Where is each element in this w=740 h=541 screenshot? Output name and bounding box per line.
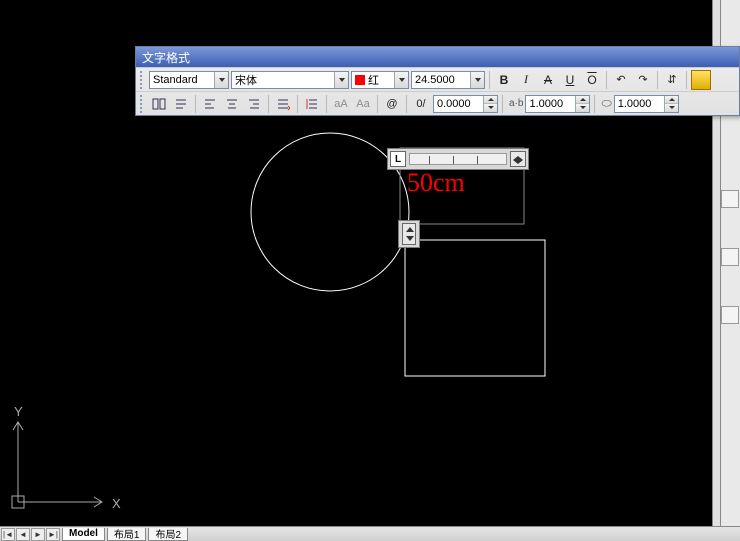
columns-button[interactable] xyxy=(149,94,169,114)
case-button: Aa xyxy=(353,94,373,114)
separator xyxy=(502,95,503,113)
panel-stub[interactable] xyxy=(721,248,739,266)
font-combo[interactable]: 宋体 xyxy=(231,71,349,89)
spinner-buttons[interactable] xyxy=(664,96,678,112)
size-combo[interactable]: 24.5000 xyxy=(411,71,485,89)
grip-icon[interactable] xyxy=(140,71,145,89)
ruler-l-box: L xyxy=(390,151,406,167)
grip-icon[interactable] xyxy=(140,95,145,113)
width-factor-label: a·b xyxy=(509,98,523,109)
toolbar-row-1: Standard 宋体 红 24.5000 B I A U O ↶ ↷ ⇵ xyxy=(136,67,739,91)
toolbar-row-2: aA Aa @ 0/ a·b ⬭ xyxy=(136,91,739,115)
italic-button[interactable]: I xyxy=(516,70,536,90)
redo-button[interactable]: ↷ xyxy=(633,70,653,90)
separator xyxy=(406,95,407,113)
font-value: 宋体 xyxy=(235,72,334,88)
linespacing-button[interactable] xyxy=(302,94,322,114)
width-input[interactable] xyxy=(529,98,575,110)
style-value: Standard xyxy=(153,74,214,86)
toolbar-title: 文字格式 xyxy=(142,49,190,66)
tab-model[interactable]: Model xyxy=(62,528,105,541)
stack-button[interactable]: ⇵ xyxy=(662,70,682,90)
separator xyxy=(594,95,595,113)
tab-nav-next[interactable]: ► xyxy=(31,528,45,541)
spinner-buttons[interactable] xyxy=(575,96,589,112)
separator xyxy=(657,71,658,89)
align-right-button[interactable] xyxy=(244,94,264,114)
separator xyxy=(686,71,687,89)
chevron-down-icon[interactable] xyxy=(334,72,348,88)
ruler-height-arrows[interactable] xyxy=(402,223,416,245)
mtext-width-ruler[interactable]: L xyxy=(387,148,529,170)
mtext-content[interactable]: 50cm xyxy=(407,168,465,198)
tracking-spinner[interactable] xyxy=(433,95,498,113)
chevron-down-icon[interactable] xyxy=(394,72,408,88)
tab-nav-first[interactable]: |◄ xyxy=(1,528,15,541)
panel-stub[interactable] xyxy=(721,190,739,208)
strikethrough-button[interactable]: A xyxy=(538,70,558,90)
numbering-button: aA xyxy=(331,94,351,114)
oblique-icon: ⬭ xyxy=(601,96,611,111)
overline-button[interactable]: O xyxy=(582,70,602,90)
undo-button[interactable]: ↶ xyxy=(611,70,631,90)
oblique-spinner[interactable] xyxy=(614,95,679,113)
color-name: 红 xyxy=(368,72,394,88)
text-format-toolbar: 文字格式 Standard 宋体 红 24.5000 B I A U O ↶ ↷… xyxy=(135,46,740,116)
separator xyxy=(297,95,298,113)
ruler-toggle-button[interactable] xyxy=(691,70,711,90)
paragraph-button[interactable] xyxy=(171,94,191,114)
style-combo[interactable]: Standard xyxy=(149,71,229,89)
separator xyxy=(326,95,327,113)
layout-tabs: |◄ ◄ ► ►| Model 布局1 布局2 xyxy=(0,526,740,541)
underline-button[interactable]: U xyxy=(560,70,580,90)
spinner-buttons[interactable] xyxy=(483,96,497,112)
color-combo[interactable]: 红 xyxy=(351,71,409,89)
oblique-button[interactable]: 0/ xyxy=(411,94,431,114)
align-left-button[interactable] xyxy=(200,94,220,114)
tab-nav-prev[interactable]: ◄ xyxy=(16,528,30,541)
tracking-input[interactable] xyxy=(437,98,483,110)
axis-x-label: X xyxy=(112,496,121,511)
symbol-button[interactable]: @ xyxy=(382,94,402,114)
chevron-down-icon[interactable] xyxy=(470,72,484,88)
mtext-height-ruler[interactable] xyxy=(398,220,420,248)
separator xyxy=(606,71,607,89)
separator xyxy=(268,95,269,113)
oblique-input[interactable] xyxy=(618,98,664,110)
color-swatch xyxy=(355,75,365,85)
tab-nav-last[interactable]: ►| xyxy=(46,528,60,541)
size-value: 24.5000 xyxy=(415,74,470,86)
ruler-track[interactable] xyxy=(409,153,507,165)
separator xyxy=(195,95,196,113)
bold-button[interactable]: B xyxy=(494,70,514,90)
width-spinner[interactable] xyxy=(525,95,590,113)
justify-button[interactable] xyxy=(273,94,293,114)
axis-y-label: Y xyxy=(14,404,23,419)
toolbar-titlebar[interactable]: 文字格式 xyxy=(136,47,739,67)
chevron-down-icon[interactable] xyxy=(214,72,228,88)
panel-stub[interactable] xyxy=(721,306,739,324)
align-center-button[interactable] xyxy=(222,94,242,114)
tab-layout1[interactable]: 布局1 xyxy=(107,528,147,541)
separator xyxy=(377,95,378,113)
ruler-width-arrows[interactable] xyxy=(510,151,526,167)
tab-layout2[interactable]: 布局2 xyxy=(148,528,188,541)
separator xyxy=(489,71,490,89)
